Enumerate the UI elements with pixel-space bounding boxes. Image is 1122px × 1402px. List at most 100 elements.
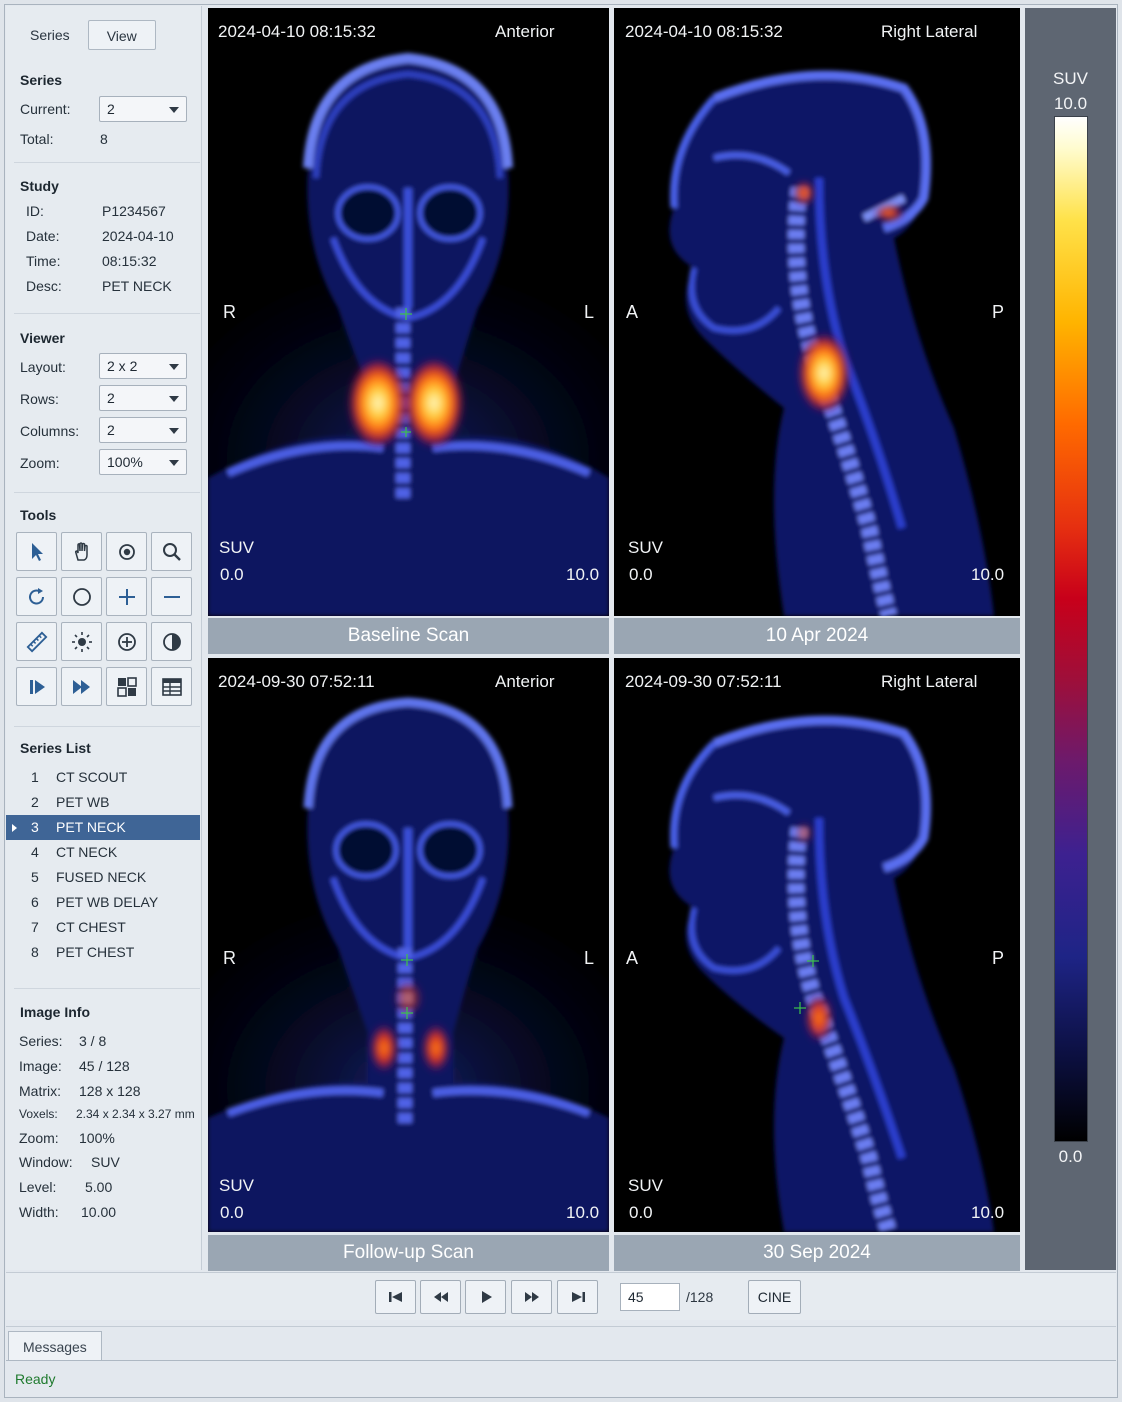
brightness-icon[interactable] bbox=[61, 622, 102, 661]
series-name: CT NECK bbox=[56, 844, 118, 860]
info-zoom-value: 100% bbox=[79, 1130, 115, 1146]
ellipse-icon[interactable] bbox=[61, 577, 102, 616]
zoom-select[interactable]: 100% bbox=[99, 449, 187, 475]
total-row: Total: 8 bbox=[20, 129, 108, 149]
study-id-label: ID: bbox=[26, 203, 44, 219]
tab-series[interactable]: Series bbox=[12, 20, 88, 50]
rows-value: 2 bbox=[107, 390, 115, 406]
frame-number-input[interactable]: 45 bbox=[620, 1283, 680, 1311]
series-number: 3 bbox=[31, 819, 39, 835]
info-width-value: 10.00 bbox=[81, 1204, 117, 1220]
list-item[interactable]: 6 PET WB DELAY bbox=[6, 890, 200, 915]
fast-forward-icon[interactable] bbox=[61, 667, 102, 706]
list-item-selected[interactable]: 3 PET NECK bbox=[6, 815, 200, 840]
rows-select[interactable]: 2 bbox=[99, 385, 187, 411]
info-window-value: SUV bbox=[91, 1154, 120, 1170]
forward-icon bbox=[524, 1292, 539, 1302]
current-series-select[interactable]: 2 bbox=[99, 96, 187, 122]
viewport-timestamp: 2024-04-10 08:15:32 bbox=[625, 22, 783, 41]
series-list-title: Series List bbox=[20, 740, 91, 756]
tab-view[interactable]: View bbox=[87, 20, 156, 50]
series-name: PET WB bbox=[56, 794, 110, 810]
suv-min: 0.0 bbox=[629, 565, 653, 584]
viewport-orientation: Anterior bbox=[495, 672, 555, 691]
columns-value: 2 bbox=[107, 422, 115, 438]
viewport-lateral-followup[interactable]: 2024-09-30 07:52:11 Right Lateral A P SU… bbox=[614, 658, 1020, 1232]
info-window-label: Window: bbox=[19, 1154, 73, 1170]
viewer-section-title: Viewer bbox=[20, 330, 65, 346]
list-item[interactable]: 2 PET WB bbox=[6, 790, 200, 815]
pan-hand-icon[interactable] bbox=[61, 532, 102, 571]
study-desc-row: Desc: PET NECK bbox=[26, 276, 172, 296]
rotate-icon[interactable] bbox=[16, 577, 57, 616]
suv-max: 10.0 bbox=[971, 1203, 1005, 1222]
play-button[interactable] bbox=[465, 1280, 506, 1314]
series-list: 1 CT SCOUT 2 PET WB 3 PET NECK 4 CT NECK 5 FU… bbox=[6, 765, 200, 965]
center-icon[interactable] bbox=[106, 622, 147, 661]
viewport-lateral-baseline[interactable]: 2024-04-10 08:15:32 Right Lateral A P SU… bbox=[614, 8, 1020, 616]
previous-frame-button[interactable] bbox=[420, 1280, 461, 1314]
image-info-title: Image Info bbox=[20, 1004, 91, 1020]
total-value: 8 bbox=[100, 131, 108, 147]
pet-lateral-image bbox=[669, 70, 994, 616]
series-name: CT SCOUT bbox=[56, 769, 128, 785]
study-time-row: Time: 08:15:32 bbox=[26, 251, 157, 271]
zoom-out-minus-icon[interactable] bbox=[151, 577, 192, 616]
list-item[interactable]: 5 FUSED NECK bbox=[6, 865, 200, 890]
list-item[interactable]: 4 CT NECK bbox=[6, 840, 200, 865]
viewport-anterior-baseline[interactable]: 2024-04-10 08:15:32 Anterior R L SUV 0.0… bbox=[208, 8, 609, 616]
pointer-icon[interactable] bbox=[16, 532, 57, 571]
divider bbox=[14, 313, 200, 314]
last-frame-button[interactable] bbox=[557, 1280, 598, 1314]
info-width-row: Width: 10.00 bbox=[19, 1202, 116, 1222]
list-item[interactable]: 7 CT CHEST bbox=[6, 915, 200, 940]
layout-grid-icon[interactable] bbox=[106, 667, 147, 706]
suv-min: 0.0 bbox=[629, 1203, 653, 1222]
series-name: PET NECK bbox=[56, 819, 126, 835]
roi-target-icon[interactable] bbox=[106, 532, 147, 571]
contrast-icon[interactable] bbox=[151, 622, 192, 661]
suv-max: 10.0 bbox=[566, 565, 600, 584]
study-date-row: Date: 2024-04-10 bbox=[26, 226, 174, 246]
zoom-in-plus-icon[interactable] bbox=[106, 577, 147, 616]
divider bbox=[6, 1360, 1116, 1361]
step-play-icon[interactable] bbox=[16, 667, 57, 706]
viewport-anterior-followup[interactable]: 2024-09-30 07:52:11 Anterior R L SUV 0.0… bbox=[208, 658, 609, 1232]
ruler-icon[interactable] bbox=[16, 622, 57, 661]
viewport-timestamp: 2024-09-30 07:52:11 bbox=[625, 672, 782, 691]
list-item[interactable]: 8 PET CHEST bbox=[6, 940, 200, 965]
orientation-left: R bbox=[223, 302, 236, 322]
colorbar-panel: SUV 10.0 0.0 bbox=[1025, 8, 1116, 1270]
layout-select[interactable]: 2 x 2 bbox=[99, 353, 187, 379]
cine-button[interactable]: CINE bbox=[748, 1280, 801, 1314]
magnify-icon[interactable] bbox=[151, 532, 192, 571]
layout-label: Layout: bbox=[20, 359, 66, 375]
divider bbox=[14, 726, 200, 727]
messages-panel: Messages Ready bbox=[6, 1326, 1116, 1396]
series-name: CT CHEST bbox=[56, 919, 126, 935]
orientation-left: A bbox=[626, 948, 639, 968]
viewport-timestamp: 2024-04-10 08:15:32 bbox=[218, 22, 376, 41]
info-voxels-row: Voxels: 2.34 x 2.34 x 3.27 mm bbox=[19, 1104, 195, 1124]
orientation-left: R bbox=[223, 948, 236, 968]
list-item[interactable]: 1 CT SCOUT bbox=[6, 765, 200, 790]
chevron-down-icon bbox=[169, 396, 179, 402]
study-date-label: Date: bbox=[26, 228, 60, 244]
tab-messages[interactable]: Messages bbox=[8, 1331, 102, 1361]
divider bbox=[14, 162, 200, 163]
colorbar-max: 10.0 bbox=[1053, 94, 1088, 113]
series-number: 1 bbox=[31, 769, 39, 785]
columns-label: Columns: bbox=[20, 423, 80, 439]
info-matrix-row: Matrix: 128 x 128 bbox=[19, 1081, 141, 1101]
orientation-right: P bbox=[992, 948, 1005, 968]
viewport-orientation: Right Lateral bbox=[881, 672, 978, 691]
table-grid-icon[interactable] bbox=[151, 667, 192, 706]
info-series-value: 3 / 8 bbox=[79, 1033, 107, 1049]
next-frame-button[interactable] bbox=[511, 1280, 552, 1314]
frame-total: /128 bbox=[686, 1289, 714, 1305]
info-matrix-label: Matrix: bbox=[19, 1083, 61, 1099]
series-number: 8 bbox=[31, 944, 39, 960]
columns-select[interactable]: 2 bbox=[99, 417, 187, 443]
series-name: FUSED NECK bbox=[56, 869, 147, 885]
first-frame-button[interactable] bbox=[375, 1280, 416, 1314]
